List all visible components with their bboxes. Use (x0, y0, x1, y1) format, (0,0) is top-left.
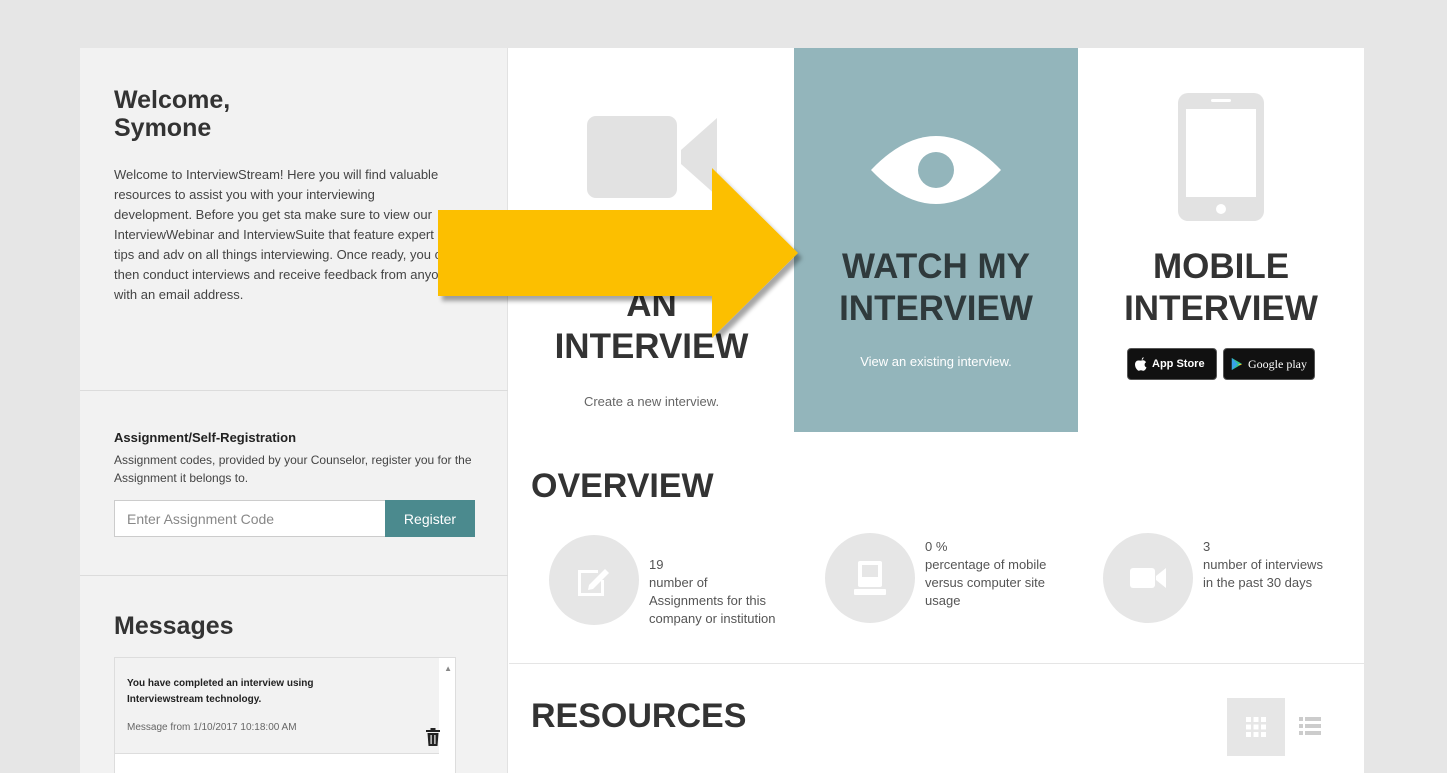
video-camera-icon (1130, 568, 1166, 588)
scroll-up-icon[interactable]: ▲ (444, 664, 452, 673)
create-interview-tile[interactable]: AN INTERVIEW Create a new interview. (509, 48, 794, 432)
stat-label: number of Assignments for this company o… (649, 575, 776, 626)
app-store-label: App Store (1152, 358, 1205, 370)
messages-panel: Messages You have completed an interview… (80, 577, 508, 773)
mobile-title-line1: MOBILE (1152, 247, 1290, 286)
app-store-badge[interactable]: App Store (1127, 348, 1217, 380)
eye-icon (871, 136, 1001, 204)
assignment-title: Assignment/Self-Registration (114, 430, 297, 445)
resources-title: RESOURCES (531, 697, 747, 735)
trash-icon[interactable] (425, 728, 441, 746)
stat-label: percentage of mobile versus computer sit… (925, 557, 1047, 608)
create-subtitle: Create a new interview. (583, 394, 720, 409)
mobile-interview-tile[interactable]: MOBILE INTERVIEW App Store Google play (1078, 48, 1364, 432)
app-frame: Welcome, Symone Welcome to InterviewStre… (80, 48, 1364, 773)
stat-value: 3 (1203, 539, 1211, 554)
mobile-title-line2: INTERVIEW (1124, 289, 1318, 328)
welcome-title: Welcome, Symone (114, 86, 231, 142)
assignment-code-input[interactable] (114, 500, 385, 537)
stat-text: 19 number of Assignments for this compan… (649, 556, 779, 628)
stat-icon-circle (549, 535, 639, 625)
stat-value: 19 (649, 557, 664, 572)
stat-label: number of interviews in the past 30 days (1203, 557, 1323, 590)
apple-icon (1135, 357, 1147, 371)
watch-title-line1: WATCH MY (842, 247, 1030, 286)
watch-title-line2: INTERVIEW (839, 289, 1033, 328)
stat-text: 0 % percentage of mobile versus computer… (925, 538, 1055, 610)
messages-title: Messages (114, 612, 234, 640)
create-title-line1: AN (626, 285, 677, 324)
grid-view-button[interactable] (1227, 698, 1285, 756)
grid-icon (1246, 717, 1266, 737)
sidebar: Welcome, Symone Welcome to InterviewStre… (80, 48, 508, 773)
overview-section: OVERVIEW 19 number of Assignments for th… (509, 433, 1364, 664)
google-play-label: Google play (1248, 356, 1307, 371)
assignment-panel: Assignment/Self-Registration Assignment … (80, 392, 508, 576)
video-camera-icon (587, 116, 717, 198)
computer-icon (854, 561, 886, 595)
register-button[interactable]: Register (385, 500, 475, 537)
message-text: You have completed an interview using In… (127, 678, 314, 705)
message-date: Message from 1/10/2017 10:18:00 AM (127, 722, 297, 733)
assignment-code-form: Register (114, 500, 475, 537)
stat-icon-circle (1103, 533, 1193, 623)
resources-section: RESOURCES (509, 665, 1364, 773)
welcome-text: Welcome to InterviewStream! Here you wil… (114, 167, 453, 302)
messages-list[interactable]: You have completed an interview using In… (114, 657, 456, 773)
welcome-panel: Welcome, Symone Welcome to InterviewStre… (80, 48, 508, 391)
assignment-description: Assignment codes, provided by your Couns… (114, 453, 472, 485)
list-view-icon[interactable] (1299, 717, 1321, 735)
create-title-line2: INTERVIEW (554, 327, 749, 366)
watch-interview-tile[interactable]: WATCH MY INTERVIEW View an existing inte… (794, 48, 1078, 432)
google-play-badge[interactable]: Google play (1223, 348, 1315, 380)
stat-icon-circle (825, 533, 915, 623)
google-play-icon (1231, 358, 1243, 370)
stat-text: 3 number of interviews in the past 30 da… (1203, 538, 1333, 592)
overview-title: OVERVIEW (531, 467, 714, 505)
watch-subtitle: View an existing interview. (860, 354, 1012, 369)
store-badges: App Store Google play (1078, 348, 1364, 380)
action-tiles: AN INTERVIEW Create a new interview. WAT… (509, 48, 1364, 432)
message-item: You have completed an interview using In… (115, 658, 441, 754)
stat-value: 0 % (925, 539, 948, 554)
mobile-phone-icon (1178, 93, 1264, 221)
edit-icon (578, 569, 609, 596)
